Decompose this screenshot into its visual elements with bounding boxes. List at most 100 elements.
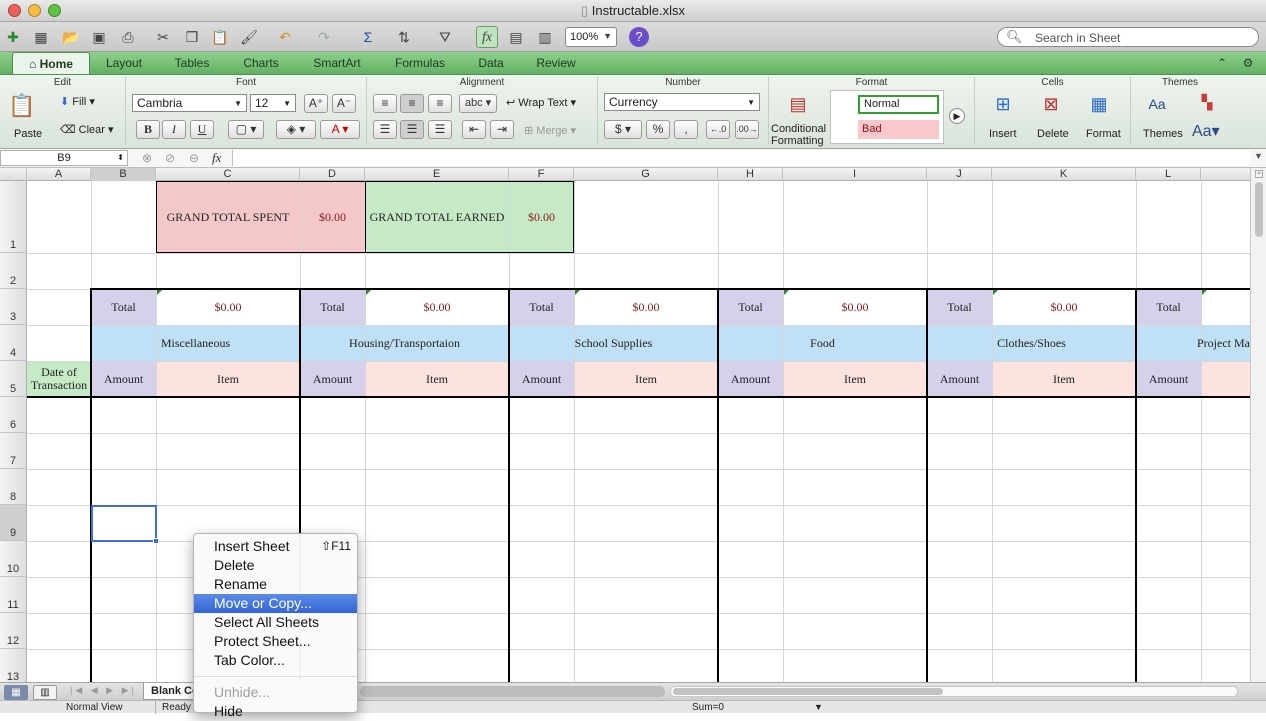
row-header-2[interactable]: 2 [0,253,27,289]
style-bad[interactable]: Bad [858,120,939,139]
grand-total-spent-value[interactable]: $0.00 [300,181,365,253]
amount-header[interactable]: Amount [927,361,992,397]
themes-button[interactable]: Themes [1143,128,1183,140]
row-header-13[interactable]: 13 [0,649,27,682]
select-all-corner[interactable] [0,168,27,181]
formula-input[interactable] [232,150,1250,166]
clear-button[interactable]: ⌫ Clear ▾ [60,123,114,136]
col-header-c[interactable]: C [156,168,300,181]
ribbon-settings-icon[interactable]: ⚙ [1236,52,1260,74]
grand-total-earned-value[interactable]: $0.00 [509,181,574,253]
fill-color-icon[interactable]: ◈ ▾ [276,120,316,139]
toolbox-icon[interactable]: ▥ [534,26,556,48]
vertical-scroll-thumb[interactable] [1255,182,1263,237]
menu-item-tab-color[interactable]: Tab Color... [194,651,357,670]
row-header-4[interactable]: 4 [0,325,27,361]
increase-font-icon[interactable]: A⁺ [304,94,328,113]
theme-fonts-button[interactable]: Aa▾ [1192,121,1220,141]
decrease-decimal-icon[interactable]: .00→ [735,120,759,139]
col-header-g[interactable]: G [574,168,718,181]
row-header-7[interactable]: 7 [0,433,27,469]
vertical-scrollbar[interactable]: = [1250,168,1266,682]
total-label[interactable]: Total [300,289,365,325]
paste-clipboard-icon[interactable]: 📋 [8,95,35,125]
total-value[interactable]: $0.00 [783,289,927,325]
tab-layout[interactable]: Layout [92,52,156,74]
align-top-icon[interactable]: ≡ [373,94,397,113]
item-header[interactable]: Item [365,361,509,397]
col-header-f[interactable]: F [509,168,574,181]
filter-icon[interactable]: ⛛ [434,26,456,48]
italic-button[interactable]: I [162,120,186,139]
tab-home[interactable]: ⌂ Home [12,52,90,74]
formula-toggle-icon[interactable]: ⊖ [189,151,199,165]
item-header[interactable]: Item [783,361,927,397]
text-orientation-button[interactable]: abc ▾ [459,94,497,113]
borders-icon[interactable]: ▢ ▾ [228,120,264,139]
category-name[interactable]: Housing/Transportaion [300,325,509,361]
col-header-k[interactable]: K [992,168,1136,181]
confirm-icon[interactable]: ⊘ [165,151,175,165]
tab-review[interactable]: Review [524,52,588,74]
conditional-formatting-button[interactable]: Conditional Formatting [771,123,826,147]
tab-tables[interactable]: Tables [160,52,224,74]
total-label[interactable]: Total [91,289,156,325]
align-bottom-icon[interactable]: ≡ [428,94,452,113]
total-value[interactable]: $0.00 [156,289,300,325]
expand-formula-icon[interactable]: ▼ [1254,151,1263,161]
category-name[interactable]: Project Ma [1136,325,1250,361]
normal-view-icon[interactable]: ▦ [4,685,28,700]
amount-header[interactable]: Amount [300,361,365,397]
selected-cell-b9[interactable] [91,505,157,542]
print-icon[interactable]: ⎙ [117,26,139,48]
row-header-10[interactable]: 10 [0,541,27,577]
row-header-12[interactable]: 12 [0,613,27,649]
col-header-d[interactable]: D [300,168,365,181]
format-painter-icon[interactable]: 🖌 [238,26,260,48]
sheet-navigation-icons[interactable]: |◀ ◀ ▶ ▶| [70,685,137,696]
col-header-a[interactable]: A [27,168,91,181]
total-label[interactable]: Total [1136,289,1201,325]
tab-formulas[interactable]: Formulas [382,52,458,74]
insert-button[interactable]: Insert [989,128,1017,140]
total-label[interactable]: Total [509,289,574,325]
gallery-icon[interactable]: ▤ [505,26,527,48]
row-header-1[interactable]: 1 [0,181,27,253]
split-handle[interactable]: = [1255,170,1263,178]
font-color-icon[interactable]: A ▾ [320,120,360,139]
grand-total-spent-label[interactable]: GRAND TOTAL SPENT [156,181,300,253]
total-value[interactable]: $0.00 [365,289,509,325]
tab-data[interactable]: Data [464,52,518,74]
menu-item-rename[interactable]: Rename [194,575,357,594]
row-header-6[interactable]: 6 [0,397,27,433]
merge-button[interactable]: ⊞ Merge ▾ [524,124,576,137]
format-cells-icon[interactable]: ▦ [1084,93,1114,119]
amount-header[interactable]: Amount [718,361,783,397]
wrap-text-button[interactable]: ↩ Wrap Text ▾ [506,96,576,109]
autosum-icon[interactable]: Σ [357,26,379,48]
category-name[interactable]: Miscellaneous [91,325,300,361]
menu-item-move-or-copy[interactable]: Move or Copy... [194,594,357,613]
insert-cells-icon[interactable]: ⊞ [988,93,1018,119]
underline-button[interactable]: U [190,120,214,139]
copy-icon[interactable]: ❐ [181,26,203,48]
redo-icon[interactable]: ↷ [313,26,335,48]
undo-icon[interactable]: ↶ [274,26,296,48]
fill-button[interactable]: ⬇ Fill ▾ [60,95,95,108]
horizontal-scrollbar[interactable] [670,686,1238,697]
collapse-ribbon-icon[interactable]: ⌃ [1212,52,1232,74]
delete-cells-icon[interactable]: ⊠ [1036,93,1066,119]
sheet-tab-blank[interactable]: Blank Co [143,683,195,700]
col-header-i[interactable]: I [783,168,927,181]
sheet-tab-scroll[interactable] [360,686,665,697]
item-header[interactable]: Item [574,361,718,397]
help-icon[interactable]: ? [629,27,649,47]
paste-icon[interactable]: 📋 [209,26,231,48]
save-icon[interactable]: ▣ [88,26,110,48]
col-header-l[interactable]: L [1136,168,1201,181]
increase-decimal-icon[interactable]: ←.0 [706,120,730,139]
paste-button[interactable]: Paste [14,128,42,140]
amount-header[interactable]: Amount [1136,361,1201,397]
conditional-formatting-icon[interactable]: ▤ [783,93,813,119]
zoom-select[interactable]: 100% ▼ [565,27,617,47]
